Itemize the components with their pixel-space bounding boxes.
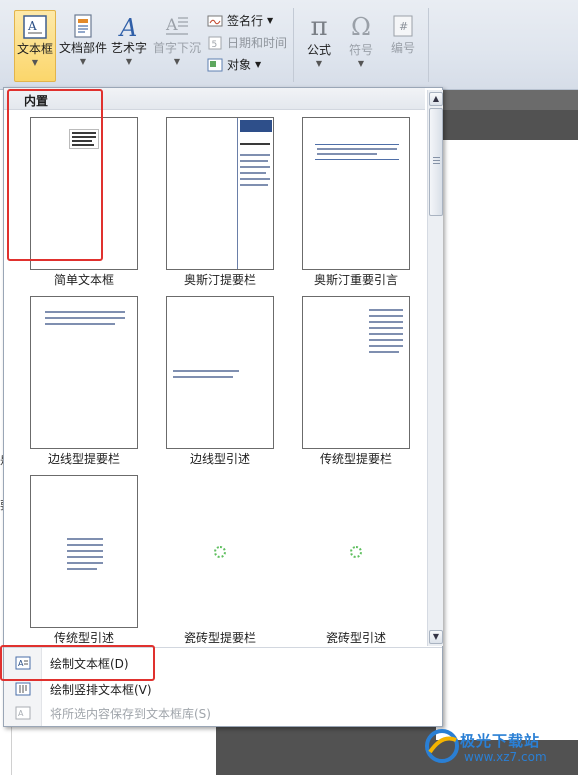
chevron-down-icon: ▼ — [125, 57, 133, 66]
omega-icon: Ω — [351, 13, 371, 41]
quick-parts-icon — [74, 14, 92, 38]
symbol-label: 符号 — [348, 43, 373, 57]
wordart-icon: A — [118, 14, 137, 39]
symbol-button[interactable]: Ω 符号 ▼ — [340, 10, 382, 82]
equation-button[interactable]: π 公式 ▼ — [298, 10, 340, 82]
chevron-down-icon: ▼ — [357, 59, 365, 68]
group-separator — [428, 8, 429, 82]
vertical-textbox-icon — [4, 682, 42, 696]
number-icon: # — [393, 15, 413, 37]
thumb-sidebar-bar — [237, 118, 274, 269]
dropcap-icon: A — [165, 15, 188, 35]
ribbon: A 文本框 ▼ 文档部件 ▼ A 艺术字 ▼ A 首字下沉 ▼ 签名行 ▼ 5 … — [0, 0, 578, 90]
object-label: 对象 — [227, 58, 252, 72]
object-icon — [207, 58, 223, 71]
date-time-label: 日期和时间 — [227, 36, 288, 50]
gallery-item-label: 边线型提要栏 — [47, 452, 120, 466]
equation-label: 公式 — [306, 43, 331, 57]
scrollbar-thumb[interactable] — [429, 108, 443, 216]
highlight-box-draw-textbox — [0, 645, 155, 681]
wordart-button[interactable]: A 艺术字 ▼ — [108, 10, 150, 82]
ruler-area — [432, 90, 578, 110]
calendar-icon: 5 — [208, 36, 222, 50]
dropcap-label: 首字下沉 — [152, 41, 201, 55]
gallery-item-label: 简单文本框 — [53, 273, 114, 287]
gallery-item-austin-quote[interactable] — [302, 117, 410, 270]
draw-vertical-textbox-menu-item[interactable]: 绘制竖排文本框(V) — [4, 678, 442, 700]
textbox-icon: A — [23, 15, 47, 39]
save-to-gallery-icon: A — [4, 706, 42, 720]
svg-text:A: A — [27, 19, 37, 33]
save-selection-menu-item[interactable]: A 将所选内容保存到文本框库(S) — [4, 702, 442, 724]
date-time-button[interactable]: 5 日期和时间 — [207, 34, 287, 51]
number-label: 编号 — [390, 41, 415, 55]
scroll-down-button[interactable]: ▼ — [429, 630, 443, 644]
watermark-brand: 极光下载站 — [460, 732, 541, 750]
pi-icon: π — [310, 12, 328, 42]
quick-parts-button[interactable]: 文档部件 ▼ — [58, 10, 108, 82]
scroll-up-button[interactable]: ▲ — [429, 92, 443, 106]
gallery-item-label: 边线型引述 — [189, 452, 250, 466]
save-selection-label: 将所选内容保存到文本框库(S) — [50, 706, 211, 721]
gallery-item-tile-quote[interactable] — [302, 475, 410, 628]
gallery-item-label: 传统型提要栏 — [319, 452, 392, 466]
svg-text:5: 5 — [212, 40, 218, 50]
gallery-item-traditional-quote[interactable] — [30, 475, 138, 628]
signature-icon — [207, 15, 223, 26]
dropcap-button[interactable]: A 首字下沉 ▼ — [150, 10, 204, 82]
loading-spinner-icon — [350, 546, 362, 558]
svg-text:A: A — [118, 14, 137, 39]
group-separator — [293, 8, 294, 82]
chevron-down-icon: ▼ — [173, 57, 181, 66]
svg-text:#: # — [399, 20, 408, 33]
chevron-down-icon: ▼ — [79, 57, 87, 66]
gallery-scrollbar[interactable]: ▲ ▼ — [427, 90, 443, 646]
gallery-item-label: 瓷砖型引述 — [325, 631, 386, 645]
gallery-item-austin-sidebar[interactable] — [166, 117, 274, 270]
gallery-item-tile-sidebar[interactable] — [166, 475, 274, 628]
quick-parts-label: 文档部件 — [58, 41, 107, 55]
gallery-item-border-sidebar[interactable] — [30, 296, 138, 449]
svg-text:A: A — [165, 15, 178, 34]
gallery-item-label: 瓷砖型提要栏 — [183, 631, 256, 645]
loading-spinner-icon — [214, 546, 226, 558]
gallery-item-label: 奥斯汀提要栏 — [183, 273, 256, 287]
highlight-box-simple-textbox — [7, 89, 103, 261]
gallery-item-label: 奥斯汀重要引言 — [313, 273, 398, 287]
watermark-url: www.xz7.com — [464, 750, 547, 764]
chevron-down-icon: ▼ — [267, 16, 274, 25]
textbox-label: 文本框 — [16, 42, 53, 56]
signature-line-button[interactable]: 签名行 ▼ — [207, 12, 273, 29]
gallery-item-label: 传统型引述 — [53, 631, 114, 645]
gallery-item-traditional-sidebar[interactable] — [302, 296, 410, 449]
draw-vertical-textbox-label: 绘制竖排文本框(V) — [50, 682, 152, 697]
svg-text:A: A — [18, 709, 24, 718]
document-page[interactable] — [436, 140, 578, 740]
watermark: 极光下载站 www.xz7.com — [420, 720, 578, 775]
number-button[interactable]: # 编号 — [382, 10, 424, 82]
chevron-down-icon: ▼ — [315, 59, 323, 68]
textbox-button[interactable]: A 文本框 ▼ — [14, 10, 56, 82]
chevron-down-icon: ▼ — [255, 60, 262, 69]
watermark-logo-icon — [425, 729, 459, 763]
wordart-label: 艺术字 — [110, 41, 147, 55]
object-button[interactable]: 对象 ▼ — [207, 56, 261, 73]
signature-line-label: 签名行 — [227, 14, 264, 28]
chevron-down-icon: ▼ — [31, 58, 39, 67]
gallery-item-border-quote[interactable] — [166, 296, 274, 449]
